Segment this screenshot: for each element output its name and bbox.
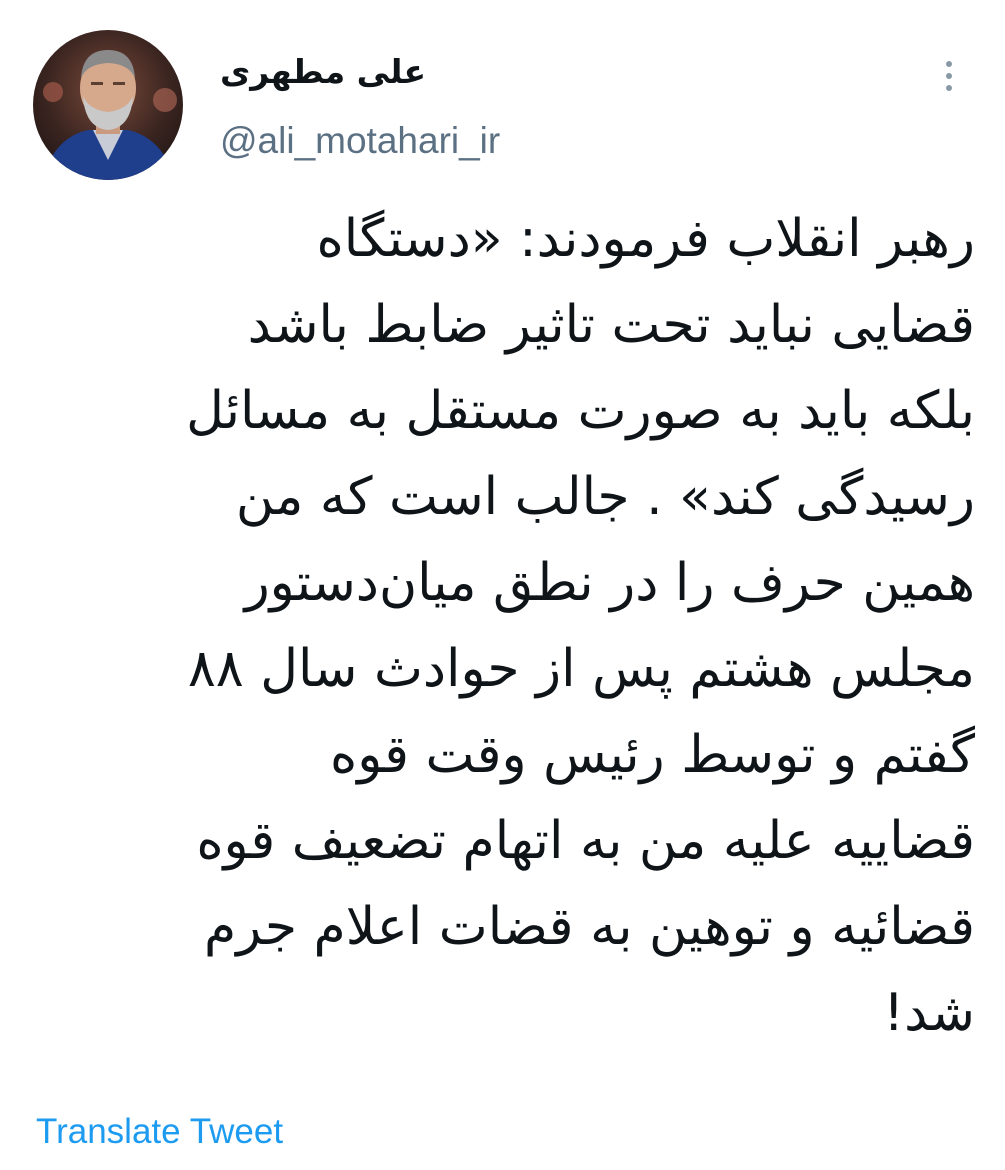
- tweet-line: گفتم و توسط رئیس وقت قوه: [330, 725, 975, 785]
- profile-photo-icon: [33, 30, 183, 180]
- tweet-line: قضائیه و توهین به قضات اعلام جرم: [204, 897, 975, 957]
- tweet-line: همین حرف را در نطق میان‌دستور: [244, 553, 975, 613]
- author-display-name[interactable]: علی مطهری: [220, 50, 426, 94]
- tweet-line: قضاییه علیه من به اتهام تضعیف قوه: [196, 811, 975, 871]
- menu-dot: [946, 85, 952, 91]
- menu-dot: [946, 61, 952, 67]
- tweet-line: رسیدگی کند» . جالب است که من: [235, 467, 975, 527]
- more-vertical-icon[interactable]: [931, 56, 967, 96]
- avatar[interactable]: [33, 30, 183, 180]
- tweet-text: رهبر انقلاب فرمودند: «دستگاه قضایی نباید…: [40, 196, 975, 1056]
- tweet-line: بلکه باید به صورت مستقل به مسائل: [186, 381, 975, 441]
- translate-tweet-link[interactable]: Translate Tweet: [36, 1110, 283, 1154]
- tweet-line: شد!: [883, 983, 975, 1043]
- tweet-card: علی مطهری @ali_motahari_ir رهبر انقلاب ف…: [0, 0, 1005, 1170]
- author-handle[interactable]: @ali_motahari_ir: [220, 118, 500, 164]
- tweet-line: رهبر انقلاب فرمودند: «دستگاه: [316, 209, 975, 269]
- tweet-line: مجلس هشتم پس از حوادث سال ۸۸: [187, 639, 975, 699]
- menu-dot: [946, 73, 952, 79]
- tweet-line: قضایی نباید تحت تاثیر ضابط باشد: [247, 295, 975, 355]
